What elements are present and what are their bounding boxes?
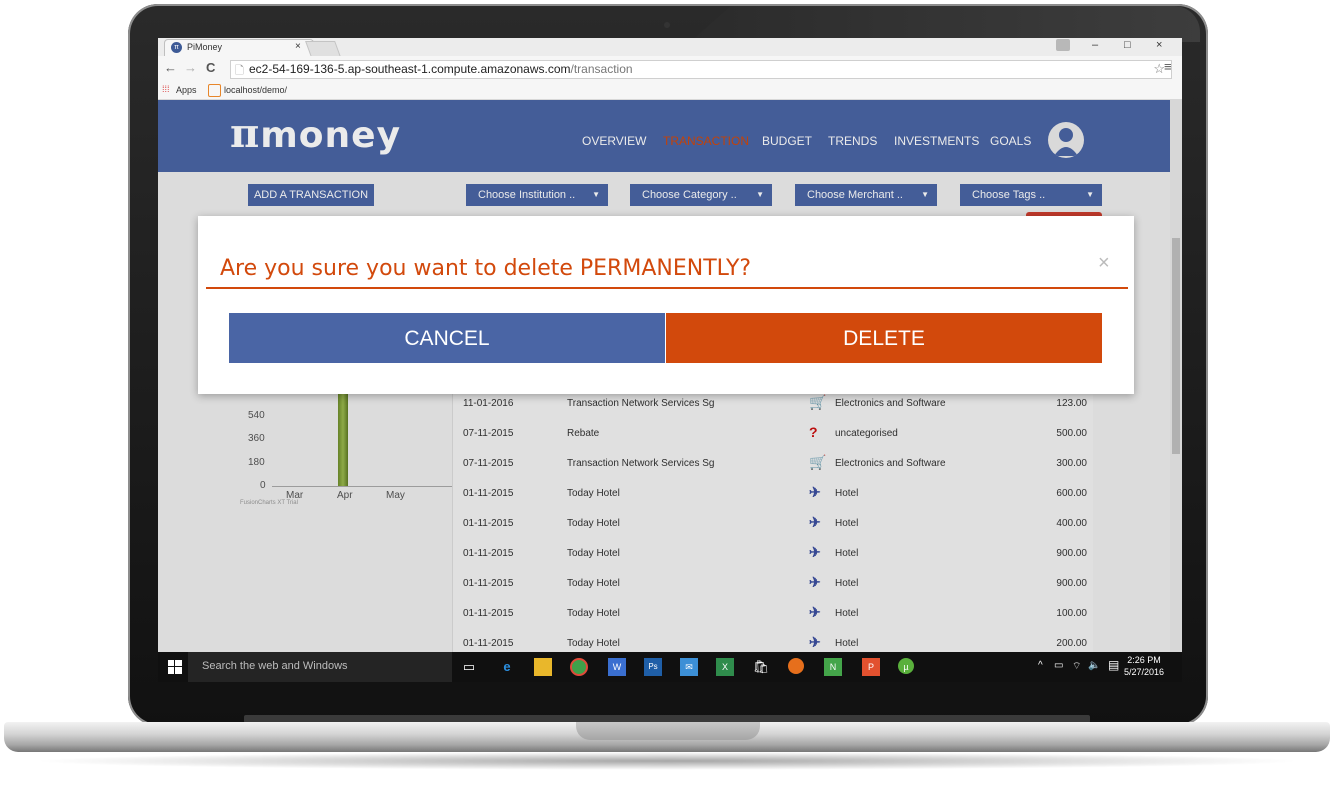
maximize-button[interactable]: □ [1124,39,1131,51]
store-icon[interactable]: 🛍 [752,658,770,676]
tab-close-icon[interactable]: × [295,41,301,52]
clock-date: 5/27/2016 [1124,667,1165,677]
taskbar-search[interactable]: Search the web and Windows [188,652,452,682]
forward-arrow-icon[interactable]: → [184,60,197,75]
cancel-button[interactable]: CANCEL [229,313,665,363]
notifications-icon[interactable]: ▤ [1108,658,1119,672]
minimize-button[interactable]: – [1092,39,1098,51]
delete-button[interactable]: DELETE [666,313,1102,363]
laptop-base-notch [576,722,760,740]
url-path: /transaction [570,62,633,76]
modal-divider [206,287,1128,289]
app-icon-green[interactable]: N [824,658,842,676]
browser-tab-strip: π PiMoney × – □ × [158,38,1182,57]
delete-confirm-modal: Are you sure you want to delete PERMANEN… [198,216,1134,394]
user-profile-icon[interactable] [1056,39,1070,51]
edge-icon[interactable]: e [498,658,516,676]
apps-grid-icon: ⁞⁞⁞ [162,84,170,94]
bookmark-localhost[interactable]: localhost/demo/ [224,85,287,95]
laptop-screen: π PiMoney × – □ × ← → C 🗋 ec2-54-169-136… [158,38,1182,682]
address-bar[interactable]: 🗋 ec2-54-169-136-5.ap-southeast-1.comput… [230,60,1172,79]
battery-icon[interactable]: ▭ [1054,660,1063,671]
page-icon: 🗋 [235,65,244,77]
new-tab-button[interactable] [305,41,341,57]
file-explorer-icon[interactable] [534,658,552,676]
powerpoint-icon[interactable]: P [862,658,880,676]
laptop-shadow [30,752,1304,770]
pimoney-favicon-icon: π [171,42,182,53]
tab-title: PiMoney [187,42,223,52]
task-view-icon[interactable]: ▭ [460,658,478,676]
firefox-icon[interactable] [788,658,804,674]
outlook-icon[interactable]: ✉ [680,658,698,676]
lid-reflection [690,6,1200,42]
xampp-icon [208,84,221,97]
photoshop-icon[interactable]: Ps [644,658,662,676]
volume-icon[interactable]: 🔈 [1088,660,1100,671]
chrome-icon[interactable] [570,658,588,676]
close-window-button[interactable]: × [1156,39,1162,51]
modal-title: Are you sure you want to delete PERMANEN… [220,256,751,281]
search-placeholder: Search the web and Windows [202,660,348,672]
word-icon[interactable]: W [608,658,626,676]
tray-chevron-up-icon[interactable]: ^ [1038,660,1043,671]
taskbar-clock[interactable]: 2:26 PM 5/27/2016 [1124,654,1164,678]
webcam [664,22,670,28]
clock-time: 2:26 PM [1127,655,1161,665]
url-text: ec2-54-169-136-5.ap-southeast-1.compute.… [249,62,633,76]
utorrent-icon[interactable]: µ [898,658,914,674]
bookmark-apps[interactable]: Apps [176,85,197,95]
wifi-icon[interactable]: ⌔ [1072,660,1081,673]
reload-icon[interactable]: C [206,60,215,75]
close-icon[interactable]: × [1098,252,1110,275]
windows-taskbar: Search the web and Windows ▭ e W Ps ✉ X … [158,652,1182,682]
bookmarks-bar: ⁞⁞⁞ Apps localhost/demo/ [158,82,1182,100]
browser-tab[interactable]: π PiMoney × [164,39,314,57]
windows-start-icon[interactable] [168,660,182,674]
excel-icon[interactable]: X [716,658,734,676]
back-arrow-icon[interactable]: ← [164,60,177,75]
modal-title-prefix: Are you sure you want to delete [220,256,580,281]
browser-toolbar: ← → C 🗋 ec2-54-169-136-5.ap-southeast-1.… [158,56,1182,82]
menu-icon[interactable]: ≡ [1164,59,1172,74]
modal-title-emphasis: PERMANENTLY? [579,256,752,281]
url-host: ec2-54-169-136-5.ap-southeast-1.compute.… [249,62,571,76]
